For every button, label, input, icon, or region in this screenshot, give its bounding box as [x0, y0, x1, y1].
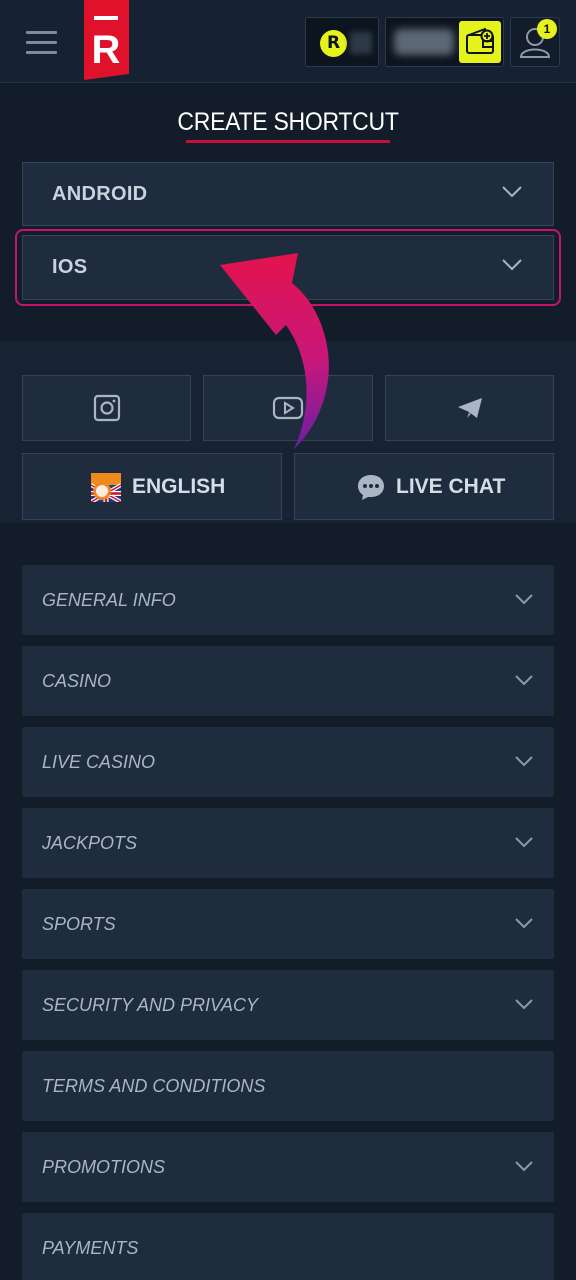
menu-item-label: PROMOTIONS [42, 1157, 166, 1177]
instagram-button[interactable] [22, 375, 191, 441]
menu-item-sports[interactable]: SPORTS [22, 889, 554, 959]
menu-item-label: JACKPOTS [42, 833, 138, 853]
loyalty-coin-icon: R [320, 30, 347, 57]
balance-widget[interactable] [385, 17, 504, 67]
menu-item-jackpots[interactable]: JACKPOTS [22, 808, 554, 878]
wallet-plus-icon [466, 27, 494, 54]
create-shortcut-title: CREATE SHORTCUT [177, 108, 399, 136]
menu-item-label: LIVE CASINO [42, 752, 156, 772]
loyalty-points-value-blurred [350, 32, 372, 54]
title-underline [186, 140, 390, 143]
menu-item-payments[interactable]: PAYMENTS [22, 1213, 554, 1280]
menu-item-promotions[interactable]: PROMOTIONS [22, 1132, 554, 1202]
menu-item-security-and-privacy[interactable]: SECURITY AND PRIVACY [22, 970, 554, 1040]
android-dropdown[interactable]: ANDROID [22, 162, 554, 226]
youtube-button[interactable] [203, 375, 373, 441]
brand-logo[interactable]: R [84, 0, 129, 80]
live-chat-label: LIVE CHAT [396, 475, 506, 498]
chevron-down-icon [515, 1161, 533, 1172]
menu-item-label: SPORTS [42, 914, 116, 934]
menu-item-label: SECURITY AND PRIVACY [42, 995, 259, 1015]
chat-bubble-icon [358, 475, 384, 500]
menu-item-general-info[interactable]: GENERAL INFO [22, 565, 554, 635]
language-selector-button[interactable]: ENGLISH [22, 453, 282, 520]
chevron-down-icon [515, 756, 533, 767]
chevron-down-icon [515, 594, 533, 605]
telegram-button[interactable] [385, 375, 554, 441]
chevron-down-icon [515, 999, 533, 1010]
live-chat-button[interactable]: LIVE CHAT [294, 453, 554, 520]
uk-flag-icon [91, 473, 121, 502]
chevron-down-icon [502, 259, 522, 271]
telegram-icon [457, 398, 482, 418]
top-bar: R R 1 [0, 0, 576, 83]
chevron-down-icon [502, 186, 522, 198]
svg-text:R: R [92, 28, 121, 72]
menu-item-label: GENERAL INFO [42, 590, 176, 610]
loyalty-points-widget[interactable]: R [305, 17, 379, 67]
chevron-down-icon [515, 918, 533, 929]
menu-item-terms-and-conditions[interactable]: TERMS AND CONDITIONS [22, 1051, 554, 1121]
deposit-wallet-button[interactable] [459, 21, 501, 63]
ios-dropdown-label: IOS [52, 256, 88, 278]
menu-item-label: PAYMENTS [42, 1238, 139, 1258]
chevron-down-icon [515, 675, 533, 686]
hamburger-icon[interactable] [22, 26, 62, 58]
ios-dropdown[interactable]: IOS [22, 235, 554, 300]
balance-value-blurred [394, 29, 454, 55]
chevron-down-icon [515, 837, 533, 848]
menu-item-live-casino[interactable]: LIVE CASINO [22, 727, 554, 797]
menu-item-casino[interactable]: CASINO [22, 646, 554, 716]
youtube-icon [272, 396, 304, 420]
android-dropdown-label: ANDROID [52, 183, 148, 205]
instagram-icon [93, 394, 120, 422]
menu-item-label: CASINO [42, 671, 112, 691]
menu-item-label: TERMS AND CONDITIONS [42, 1076, 266, 1096]
language-label: ENGLISH [132, 475, 226, 498]
notification-badge: 1 [537, 19, 557, 39]
